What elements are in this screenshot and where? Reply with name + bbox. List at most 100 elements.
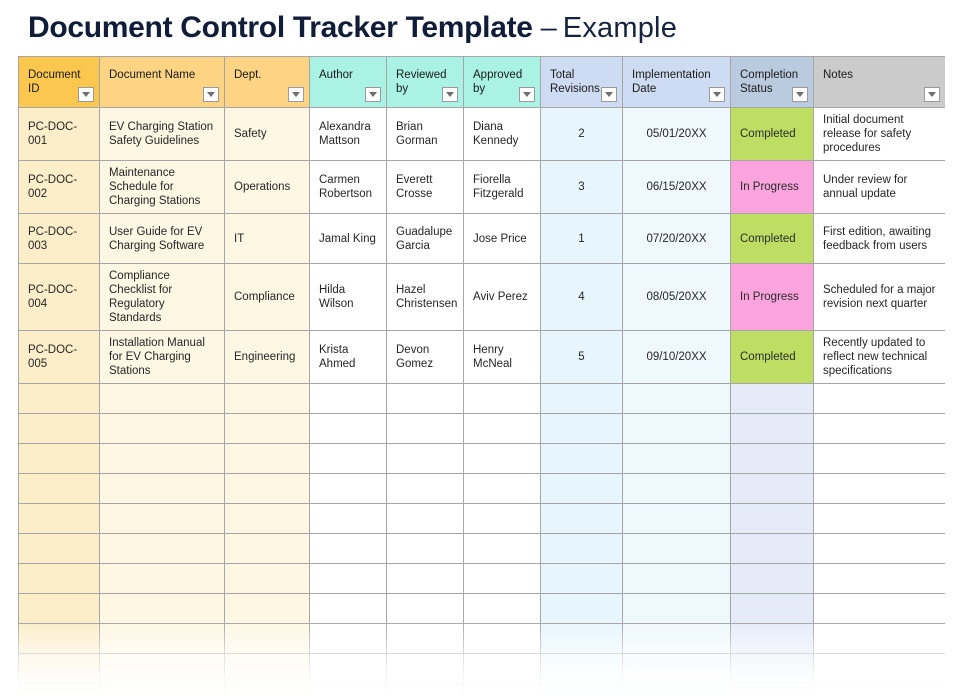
cell-document_id-empty[interactable] [18,533,100,564]
cell-approved_by[interactable]: Diana Kennedy [463,107,541,161]
cell-notes[interactable]: Scheduled for a major revision next quar… [813,263,945,331]
cell-document_name-empty[interactable] [99,503,225,534]
cell-author-empty[interactable] [309,653,387,684]
cell-author-empty[interactable] [309,593,387,624]
cell-reviewed_by-empty[interactable] [386,593,464,624]
cell-implementation_date[interactable]: 05/01/20XX [622,107,731,161]
cell-implementation_date-empty[interactable] [622,593,731,624]
table-row-empty[interactable] [18,533,945,564]
filter-dropdown-icon[interactable] [924,87,940,102]
column-header-reviewed_by[interactable]: Reviewed by [386,56,464,108]
cell-approved_by[interactable]: Henry McNeal [463,330,541,384]
cell-notes-empty[interactable] [813,593,945,624]
cell-approved_by-empty[interactable] [463,593,541,624]
cell-dept-empty[interactable] [224,503,310,534]
cell-document_name-empty[interactable] [99,653,225,684]
cell-document_name-empty[interactable] [99,623,225,654]
cell-document_id[interactable]: PC-DOC-001 [18,107,100,161]
cell-completion_status[interactable]: Completed [730,330,814,384]
cell-notes-empty[interactable] [813,503,945,534]
column-header-author[interactable]: Author [309,56,387,108]
cell-implementation_date-empty[interactable] [622,503,731,534]
cell-document_id-empty[interactable] [18,443,100,474]
cell-reviewed_by-empty[interactable] [386,413,464,444]
cell-document_id[interactable]: PC-DOC-004 [18,263,100,331]
cell-notes-empty[interactable] [813,533,945,564]
cell-dept[interactable]: Engineering [224,330,310,384]
column-header-document_id[interactable]: Document ID [18,56,100,108]
cell-completion_status-empty[interactable] [730,383,814,414]
cell-reviewed_by-empty[interactable] [386,683,464,699]
cell-approved_by-empty[interactable] [463,623,541,654]
cell-total_revisions-empty[interactable] [540,413,623,444]
column-header-implementation_date[interactable]: Implementation Date [622,56,731,108]
table-row-empty[interactable] [18,413,945,444]
cell-completion_status[interactable]: In Progress [730,263,814,331]
cell-approved_by[interactable]: Aviv Perez [463,263,541,331]
filter-dropdown-icon[interactable] [365,87,381,102]
cell-completion_status[interactable]: Completed [730,107,814,161]
cell-dept-empty[interactable] [224,533,310,564]
cell-reviewed_by-empty[interactable] [386,473,464,504]
cell-author-empty[interactable] [309,443,387,474]
cell-approved_by-empty[interactable] [463,653,541,684]
filter-dropdown-icon[interactable] [442,87,458,102]
cell-dept-empty[interactable] [224,593,310,624]
cell-notes-empty[interactable] [813,653,945,684]
cell-completion_status-empty[interactable] [730,653,814,684]
cell-implementation_date-empty[interactable] [622,413,731,444]
cell-notes-empty[interactable] [813,443,945,474]
cell-implementation_date[interactable]: 09/10/20XX [622,330,731,384]
cell-reviewed_by-empty[interactable] [386,533,464,564]
cell-implementation_date[interactable]: 08/05/20XX [622,263,731,331]
cell-dept-empty[interactable] [224,473,310,504]
cell-completion_status-empty[interactable] [730,623,814,654]
filter-dropdown-icon[interactable] [78,87,94,102]
cell-total_revisions[interactable]: 5 [540,330,623,384]
cell-document_name-empty[interactable] [99,593,225,624]
cell-reviewed_by-empty[interactable] [386,503,464,534]
column-header-document_name[interactable]: Document Name [99,56,225,108]
cell-approved_by-empty[interactable] [463,413,541,444]
cell-notes-empty[interactable] [813,413,945,444]
cell-reviewed_by-empty[interactable] [386,443,464,474]
table-row[interactable]: PC-DOC-005 Installation Manual for EV Cha… [18,330,945,384]
cell-document_id-empty[interactable] [18,503,100,534]
cell-notes-empty[interactable] [813,563,945,594]
cell-document_id-empty[interactable] [18,413,100,444]
cell-notes[interactable]: Initial document release for safety proc… [813,107,945,161]
cell-document_name[interactable]: Compliance Checklist for Regulatory Stan… [99,263,225,331]
cell-dept[interactable]: Compliance [224,263,310,331]
cell-reviewed_by[interactable]: Guadalupe Garcia [386,213,464,264]
cell-document_id[interactable]: PC-DOC-002 [18,160,100,214]
cell-author-empty[interactable] [309,533,387,564]
cell-notes[interactable]: Under review for annual update [813,160,945,214]
cell-reviewed_by[interactable]: Devon Gomez [386,330,464,384]
cell-reviewed_by-empty[interactable] [386,653,464,684]
cell-author[interactable]: Hilda Wilson [309,263,387,331]
cell-dept[interactable]: Operations [224,160,310,214]
cell-implementation_date-empty[interactable] [622,623,731,654]
cell-reviewed_by[interactable]: Everett Crosse [386,160,464,214]
cell-implementation_date-empty[interactable] [622,653,731,684]
table-row-empty[interactable] [18,473,945,504]
filter-dropdown-icon[interactable] [709,87,725,102]
cell-completion_status-empty[interactable] [730,683,814,699]
cell-notes-empty[interactable] [813,383,945,414]
cell-approved_by-empty[interactable] [463,503,541,534]
cell-total_revisions-empty[interactable] [540,473,623,504]
cell-notes[interactable]: Recently updated to reflect new technica… [813,330,945,384]
cell-total_revisions[interactable]: 2 [540,107,623,161]
cell-approved_by-empty[interactable] [463,683,541,699]
cell-total_revisions-empty[interactable] [540,383,623,414]
cell-total_revisions-empty[interactable] [540,593,623,624]
cell-approved_by-empty[interactable] [463,443,541,474]
cell-document_name[interactable]: User Guide for EV Charging Software [99,213,225,264]
cell-total_revisions-empty[interactable] [540,683,623,699]
cell-reviewed_by[interactable]: Hazel Christensen [386,263,464,331]
cell-approved_by-empty[interactable] [463,473,541,504]
cell-document_name[interactable]: Maintenance Schedule for Charging Statio… [99,160,225,214]
cell-total_revisions[interactable]: 3 [540,160,623,214]
cell-author-empty[interactable] [309,473,387,504]
cell-total_revisions-empty[interactable] [540,503,623,534]
